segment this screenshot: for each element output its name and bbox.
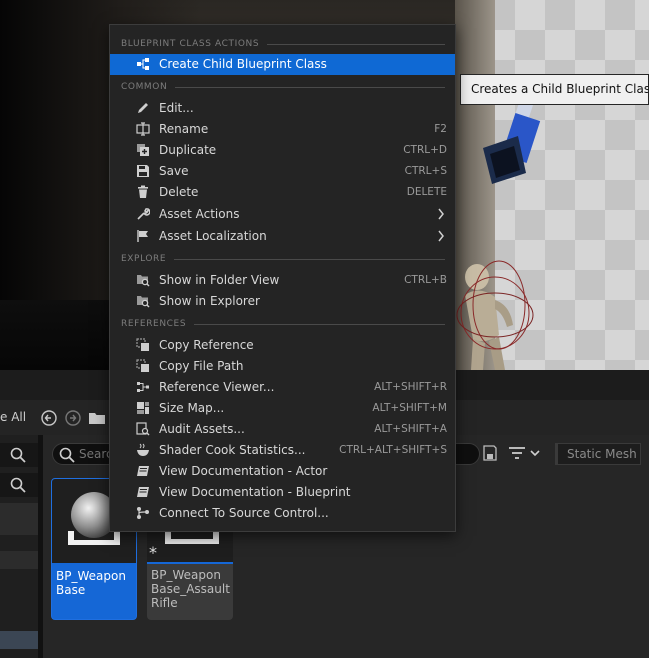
shader-icon [137, 443, 149, 456]
menu-item-view-documentation-actor[interactable]: View Documentation - Actor [110, 461, 455, 482]
wrench-icon [137, 208, 150, 220]
search-icon [59, 447, 75, 463]
back-arrow-icon[interactable] [40, 409, 58, 427]
menu-item-asset-localization[interactable]: Asset Localization [110, 226, 455, 247]
tooltip: Creates a Child Blueprint Class ba [460, 74, 649, 105]
menu-item-duplicate[interactable]: Duplicate CTRL+D [110, 140, 455, 161]
sources-search-box[interactable] [0, 443, 38, 467]
copy-icon [136, 359, 149, 372]
menu-item-rename[interactable]: Rename F2 [110, 119, 455, 140]
menu-item-size-map[interactable]: Size Map... ALT+SHIFT+M [110, 398, 455, 419]
menu-item-show-in-folder-view[interactable]: Show in Folder View CTRL+B [110, 270, 455, 291]
folder-tree-row-selected[interactable] [0, 631, 38, 649]
menu-item-save[interactable]: Save CTRL+S [110, 161, 455, 182]
book-icon [137, 466, 149, 476]
duplicate-icon [137, 144, 149, 156]
svg-text:*: * [149, 543, 157, 562]
section-header-references: REFERENCES [121, 317, 445, 331]
trash-icon [138, 185, 148, 198]
flag-icon [137, 230, 148, 242]
menu-item-show-in-explorer[interactable]: Show in Explorer [110, 291, 455, 312]
menu-item-view-documentation-blueprint[interactable]: View Documentation - Blueprint [110, 482, 455, 503]
asset-name: BP_Weapon Base_Assault Rifle [151, 568, 230, 610]
menu-item-connect-to-source-control[interactable]: Connect To Source Control... [110, 503, 455, 524]
forward-arrow-icon[interactable] [64, 409, 82, 427]
asset-context-menu: BLUEPRINT CLASS ACTIONS Create Child Blu… [109, 24, 456, 532]
folder-search-icon [137, 296, 150, 308]
menu-item-shader-cook-statistics[interactable]: Shader Cook Statistics... CTRL+ALT+SHIFT… [110, 440, 455, 461]
asset-type-bar [147, 562, 233, 564]
folder-tree-row[interactable] [0, 551, 38, 569]
menu-item-reference-viewer[interactable]: Reference Viewer... ALT+SHIFT+R [110, 377, 455, 398]
menu-item-audit-assets[interactable]: Audit Assets... ALT+SHIFT+A [110, 419, 455, 440]
menu-item-copy-reference[interactable]: Copy Reference [110, 335, 455, 356]
filter-icon[interactable] [509, 446, 543, 460]
folder-tree-row[interactable] [0, 503, 38, 535]
menu-item-asset-actions[interactable]: Asset Actions [110, 204, 455, 225]
rename-icon [136, 122, 150, 136]
sources-panel [0, 435, 38, 658]
menu-item-create-child-blueprint-class[interactable]: Create Child Blueprint Class [110, 54, 455, 75]
search-icon [10, 477, 26, 493]
asset-name: BP_Weapon Base [56, 569, 126, 597]
chevron-right-icon [438, 208, 444, 220]
hierarchy-icon [137, 58, 149, 70]
chevron-right-icon [438, 230, 444, 242]
book-icon [137, 487, 149, 497]
source-control-icon [137, 507, 149, 519]
section-header-blueprint-class-actions: BLUEPRINT CLASS ACTIONS [121, 37, 445, 51]
graph-icon [137, 382, 149, 392]
save-all-button[interactable]: e All [0, 410, 26, 424]
menu-item-delete[interactable]: Delete DELETE [110, 182, 455, 203]
save-search-icon[interactable] [483, 445, 497, 461]
folder-search-icon [137, 275, 150, 287]
size-map-icon [137, 402, 149, 414]
menu-item-copy-file-path[interactable]: Copy File Path [110, 356, 455, 377]
viewport-mannequin [456, 260, 534, 370]
audit-icon [136, 422, 150, 436]
static-mesh-filter-chip[interactable]: Static Mesh [555, 443, 641, 465]
search-icon [10, 447, 26, 463]
copy-icon [136, 338, 149, 351]
collections-search-box[interactable] [0, 473, 38, 497]
save-icon [137, 165, 149, 177]
section-header-explore: EXPLORE [121, 252, 445, 266]
folder-icon[interactable] [88, 409, 106, 427]
menu-item-edit[interactable]: Edit... [110, 98, 455, 119]
section-header-common: COMMON [121, 80, 445, 94]
pencil-icon [138, 103, 148, 113]
